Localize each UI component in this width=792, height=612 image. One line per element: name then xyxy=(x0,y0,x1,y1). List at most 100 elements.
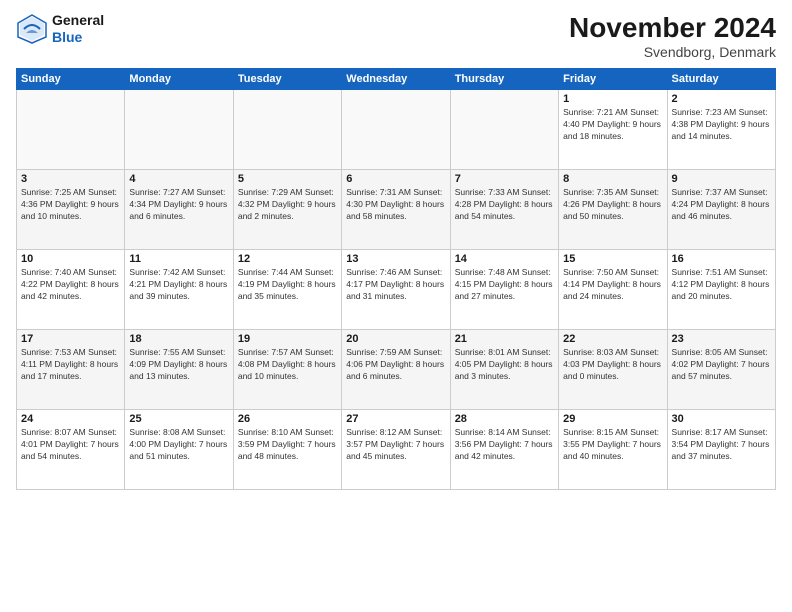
day-number: 25 xyxy=(129,413,228,425)
day-number: 23 xyxy=(672,333,771,345)
day-cell: 13Sunrise: 7:46 AM Sunset: 4:17 PM Dayli… xyxy=(342,250,450,330)
day-number: 9 xyxy=(672,173,771,185)
day-cell: 6 Sunrise: 7:31 AM Sunset: 4:30 PM Daylig… xyxy=(342,170,450,250)
day-cell: 25 Sunrise: 8:08 AM Sunset: 4:00 PM Dayli… xyxy=(125,410,233,490)
day-cell xyxy=(17,90,125,170)
day-number: 5 xyxy=(238,173,337,185)
day-number: 3 xyxy=(21,173,120,185)
day-number: 16 xyxy=(672,253,771,265)
day-info: Sunrise: 7:40 AM Sunset: 4:22 PM Dayligh… xyxy=(21,267,120,303)
day-info: Sunrise: 7:33 AM Sunset: 4:28 PM Dayligh… xyxy=(455,187,554,223)
day-info: Sunrise: 8:14 AM Sunset: 3:56 PM Dayligh… xyxy=(455,427,554,463)
day-number: 7 xyxy=(455,173,554,185)
page: General Blue November 2024 Svendborg, De… xyxy=(0,0,792,612)
day-info: Sunrise: 8:17 AM Sunset: 3:54 PM Dayligh… xyxy=(672,427,771,463)
title-block: November 2024 Svendborg, Denmark xyxy=(569,12,776,60)
day-cell: 28Sunrise: 8:14 AM Sunset: 3:56 PM Dayli… xyxy=(450,410,558,490)
day-info: Sunrise: 7:50 AM Sunset: 4:14 PM Dayligh… xyxy=(563,267,662,303)
week-row-3: 10 Sunrise: 7:40 AM Sunset: 4:22 PM Dayli… xyxy=(17,250,776,330)
day-info: Sunrise: 8:07 AM Sunset: 4:01 PM Dayligh… xyxy=(21,427,120,463)
week-row-1: 1 Sunrise: 7:21 AM Sunset: 4:40 PM Daylig… xyxy=(17,90,776,170)
day-info: Sunrise: 7:42 AM Sunset: 4:21 PM Dayligh… xyxy=(129,267,228,303)
day-info: Sunrise: 7:35 AM Sunset: 4:26 PM Dayligh… xyxy=(563,187,662,223)
day-cell: 30 Sunrise: 8:17 AM Sunset: 3:54 PM Dayli… xyxy=(667,410,775,490)
day-cell: 21 Sunrise: 8:01 AM Sunset: 4:05 PM Dayli… xyxy=(450,330,558,410)
day-info: Sunrise: 8:10 AM Sunset: 3:59 PM Dayligh… xyxy=(238,427,337,463)
day-info: Sunrise: 7:59 AM Sunset: 4:06 PM Dayligh… xyxy=(346,347,445,383)
day-info: Sunrise: 7:31 AM Sunset: 4:30 PM Dayligh… xyxy=(346,187,445,223)
day-number: 15 xyxy=(563,253,662,265)
calendar-table: Sunday Monday Tuesday Wednesday Thursday… xyxy=(16,68,776,490)
day-cell: 14Sunrise: 7:48 AM Sunset: 4:15 PM Dayli… xyxy=(450,250,558,330)
day-number: 2 xyxy=(672,93,771,105)
header-saturday: Saturday xyxy=(667,69,775,90)
day-cell: 19 Sunrise: 7:57 AM Sunset: 4:08 PM Dayli… xyxy=(233,330,341,410)
day-cell xyxy=(342,90,450,170)
day-number: 18 xyxy=(129,333,228,345)
weekday-header-row: Sunday Monday Tuesday Wednesday Thursday… xyxy=(17,69,776,90)
week-row-2: 3Sunrise: 7:25 AM Sunset: 4:36 PM Daylig… xyxy=(17,170,776,250)
day-cell: 8 Sunrise: 7:35 AM Sunset: 4:26 PM Daylig… xyxy=(559,170,667,250)
day-number: 1 xyxy=(563,93,662,105)
day-cell: 27Sunrise: 8:12 AM Sunset: 3:57 PM Dayli… xyxy=(342,410,450,490)
day-cell: 7 Sunrise: 7:33 AM Sunset: 4:28 PM Daylig… xyxy=(450,170,558,250)
day-number: 4 xyxy=(129,173,228,185)
header-thursday: Thursday xyxy=(450,69,558,90)
day-number: 10 xyxy=(21,253,120,265)
day-info: Sunrise: 7:53 AM Sunset: 4:11 PM Dayligh… xyxy=(21,347,120,383)
day-number: 14 xyxy=(455,253,554,265)
day-number: 21 xyxy=(455,333,554,345)
month-title: November 2024 xyxy=(569,12,776,44)
day-info: Sunrise: 7:29 AM Sunset: 4:32 PM Dayligh… xyxy=(238,187,337,223)
day-cell: 29Sunrise: 8:15 AM Sunset: 3:55 PM Dayli… xyxy=(559,410,667,490)
day-number: 12 xyxy=(238,253,337,265)
header-friday: Friday xyxy=(559,69,667,90)
day-number: 8 xyxy=(563,173,662,185)
day-number: 30 xyxy=(672,413,771,425)
header-tuesday: Tuesday xyxy=(233,69,341,90)
day-cell: 20 Sunrise: 7:59 AM Sunset: 4:06 PM Dayli… xyxy=(342,330,450,410)
calendar-header: Sunday Monday Tuesday Wednesday Thursday… xyxy=(17,69,776,90)
day-info: Sunrise: 8:12 AM Sunset: 3:57 PM Dayligh… xyxy=(346,427,445,463)
day-cell: 26 Sunrise: 8:10 AM Sunset: 3:59 PM Dayli… xyxy=(233,410,341,490)
day-info: Sunrise: 8:05 AM Sunset: 4:02 PM Dayligh… xyxy=(672,347,771,383)
day-number: 26 xyxy=(238,413,337,425)
day-info: Sunrise: 7:23 AM Sunset: 4:38 PM Dayligh… xyxy=(672,107,771,143)
day-cell: 9Sunrise: 7:37 AM Sunset: 4:24 PM Daylig… xyxy=(667,170,775,250)
day-number: 24 xyxy=(21,413,120,425)
day-cell: 2 Sunrise: 7:23 AM Sunset: 4:38 PM Daylig… xyxy=(667,90,775,170)
day-cell xyxy=(450,90,558,170)
day-number: 6 xyxy=(346,173,445,185)
day-info: Sunrise: 7:21 AM Sunset: 4:40 PM Dayligh… xyxy=(563,107,662,143)
day-cell: 15 Sunrise: 7:50 AM Sunset: 4:14 PM Dayli… xyxy=(559,250,667,330)
day-cell: 22Sunrise: 8:03 AM Sunset: 4:03 PM Dayli… xyxy=(559,330,667,410)
day-cell: 1 Sunrise: 7:21 AM Sunset: 4:40 PM Daylig… xyxy=(559,90,667,170)
header-wednesday: Wednesday xyxy=(342,69,450,90)
day-cell: 24 Sunrise: 8:07 AM Sunset: 4:01 PM Dayli… xyxy=(17,410,125,490)
week-row-4: 17Sunrise: 7:53 AM Sunset: 4:11 PM Dayli… xyxy=(17,330,776,410)
day-cell xyxy=(233,90,341,170)
logo-text: General Blue xyxy=(52,12,104,46)
day-number: 11 xyxy=(129,253,228,265)
logo: General Blue xyxy=(16,12,104,46)
header: General Blue November 2024 Svendborg, De… xyxy=(16,12,776,60)
day-cell: 11 Sunrise: 7:42 AM Sunset: 4:21 PM Dayli… xyxy=(125,250,233,330)
day-number: 22 xyxy=(563,333,662,345)
day-number: 29 xyxy=(563,413,662,425)
day-cell: 12 Sunrise: 7:44 AM Sunset: 4:19 PM Dayli… xyxy=(233,250,341,330)
day-cell: 23 Sunrise: 8:05 AM Sunset: 4:02 PM Dayli… xyxy=(667,330,775,410)
day-info: Sunrise: 7:44 AM Sunset: 4:19 PM Dayligh… xyxy=(238,267,337,303)
day-cell xyxy=(125,90,233,170)
day-number: 20 xyxy=(346,333,445,345)
calendar-body: 1 Sunrise: 7:21 AM Sunset: 4:40 PM Daylig… xyxy=(17,90,776,490)
day-info: Sunrise: 7:57 AM Sunset: 4:08 PM Dayligh… xyxy=(238,347,337,383)
day-info: Sunrise: 8:01 AM Sunset: 4:05 PM Dayligh… xyxy=(455,347,554,383)
logo-icon xyxy=(16,13,48,45)
day-cell: 3Sunrise: 7:25 AM Sunset: 4:36 PM Daylig… xyxy=(17,170,125,250)
day-info: Sunrise: 7:46 AM Sunset: 4:17 PM Dayligh… xyxy=(346,267,445,303)
day-cell: 10 Sunrise: 7:40 AM Sunset: 4:22 PM Dayli… xyxy=(17,250,125,330)
day-cell: 18Sunrise: 7:55 AM Sunset: 4:09 PM Dayli… xyxy=(125,330,233,410)
header-monday: Monday xyxy=(125,69,233,90)
day-info: Sunrise: 8:08 AM Sunset: 4:00 PM Dayligh… xyxy=(129,427,228,463)
day-number: 19 xyxy=(238,333,337,345)
